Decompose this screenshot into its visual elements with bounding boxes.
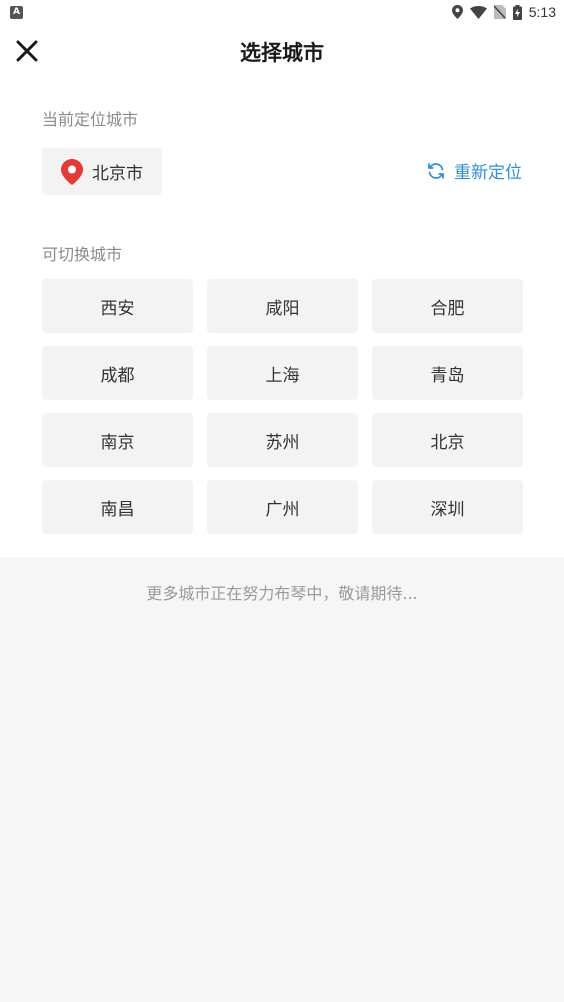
city-button[interactable]: 成都 [42, 346, 193, 400]
no-sim-icon [493, 5, 506, 19]
city-button[interactable]: 合肥 [372, 279, 523, 333]
status-left: A [10, 5, 23, 19]
status-right: 5:13 [451, 4, 556, 20]
location-pin-icon [61, 158, 83, 185]
more-cities-note: 更多城市正在努力布琴中，敬请期待... [146, 584, 418, 603]
current-city-button[interactable]: 北京市 [42, 148, 162, 195]
city-button[interactable]: 西安 [42, 279, 193, 333]
city-button[interactable]: 南京 [42, 413, 193, 467]
city-button[interactable]: 苏州 [207, 413, 358, 467]
relocate-button[interactable]: 重新定位 [427, 158, 522, 183]
city-button[interactable]: 北京 [372, 413, 523, 467]
refresh-icon [428, 162, 444, 179]
city-button[interactable]: 青岛 [372, 346, 523, 400]
city-button[interactable]: 南昌 [42, 480, 193, 534]
current-location-label: 当前定位城市 [42, 110, 139, 129]
battery-charging-icon [512, 4, 522, 20]
city-button[interactable]: 上海 [207, 346, 358, 400]
a-notification-icon: A [10, 5, 23, 19]
city-selector-panel: 选择城市 当前定位城市 北京市 重新定位 可切换城市 西安 咸阳 合肥 成都 上… [0, 24, 564, 557]
relocate-label: 重新定位 [454, 163, 522, 183]
wifi-icon [469, 5, 487, 19]
page-title: 选择城市 [240, 41, 324, 65]
location-icon [451, 5, 463, 19]
city-button[interactable]: 广州 [207, 480, 358, 534]
city-grid: 西安 咸阳 合肥 成都 上海 青岛 南京 苏州 北京 南昌 广州 深圳 [42, 279, 523, 534]
city-button[interactable]: 深圳 [372, 480, 523, 534]
switchable-cities-label: 可切换城市 [42, 245, 123, 264]
status-time: 5:13 [528, 4, 556, 20]
header: 选择城市 [0, 24, 564, 76]
current-city-name: 北京市 [92, 164, 143, 184]
city-button[interactable]: 咸阳 [207, 279, 358, 333]
status-bar: A 5:13 [0, 0, 564, 24]
